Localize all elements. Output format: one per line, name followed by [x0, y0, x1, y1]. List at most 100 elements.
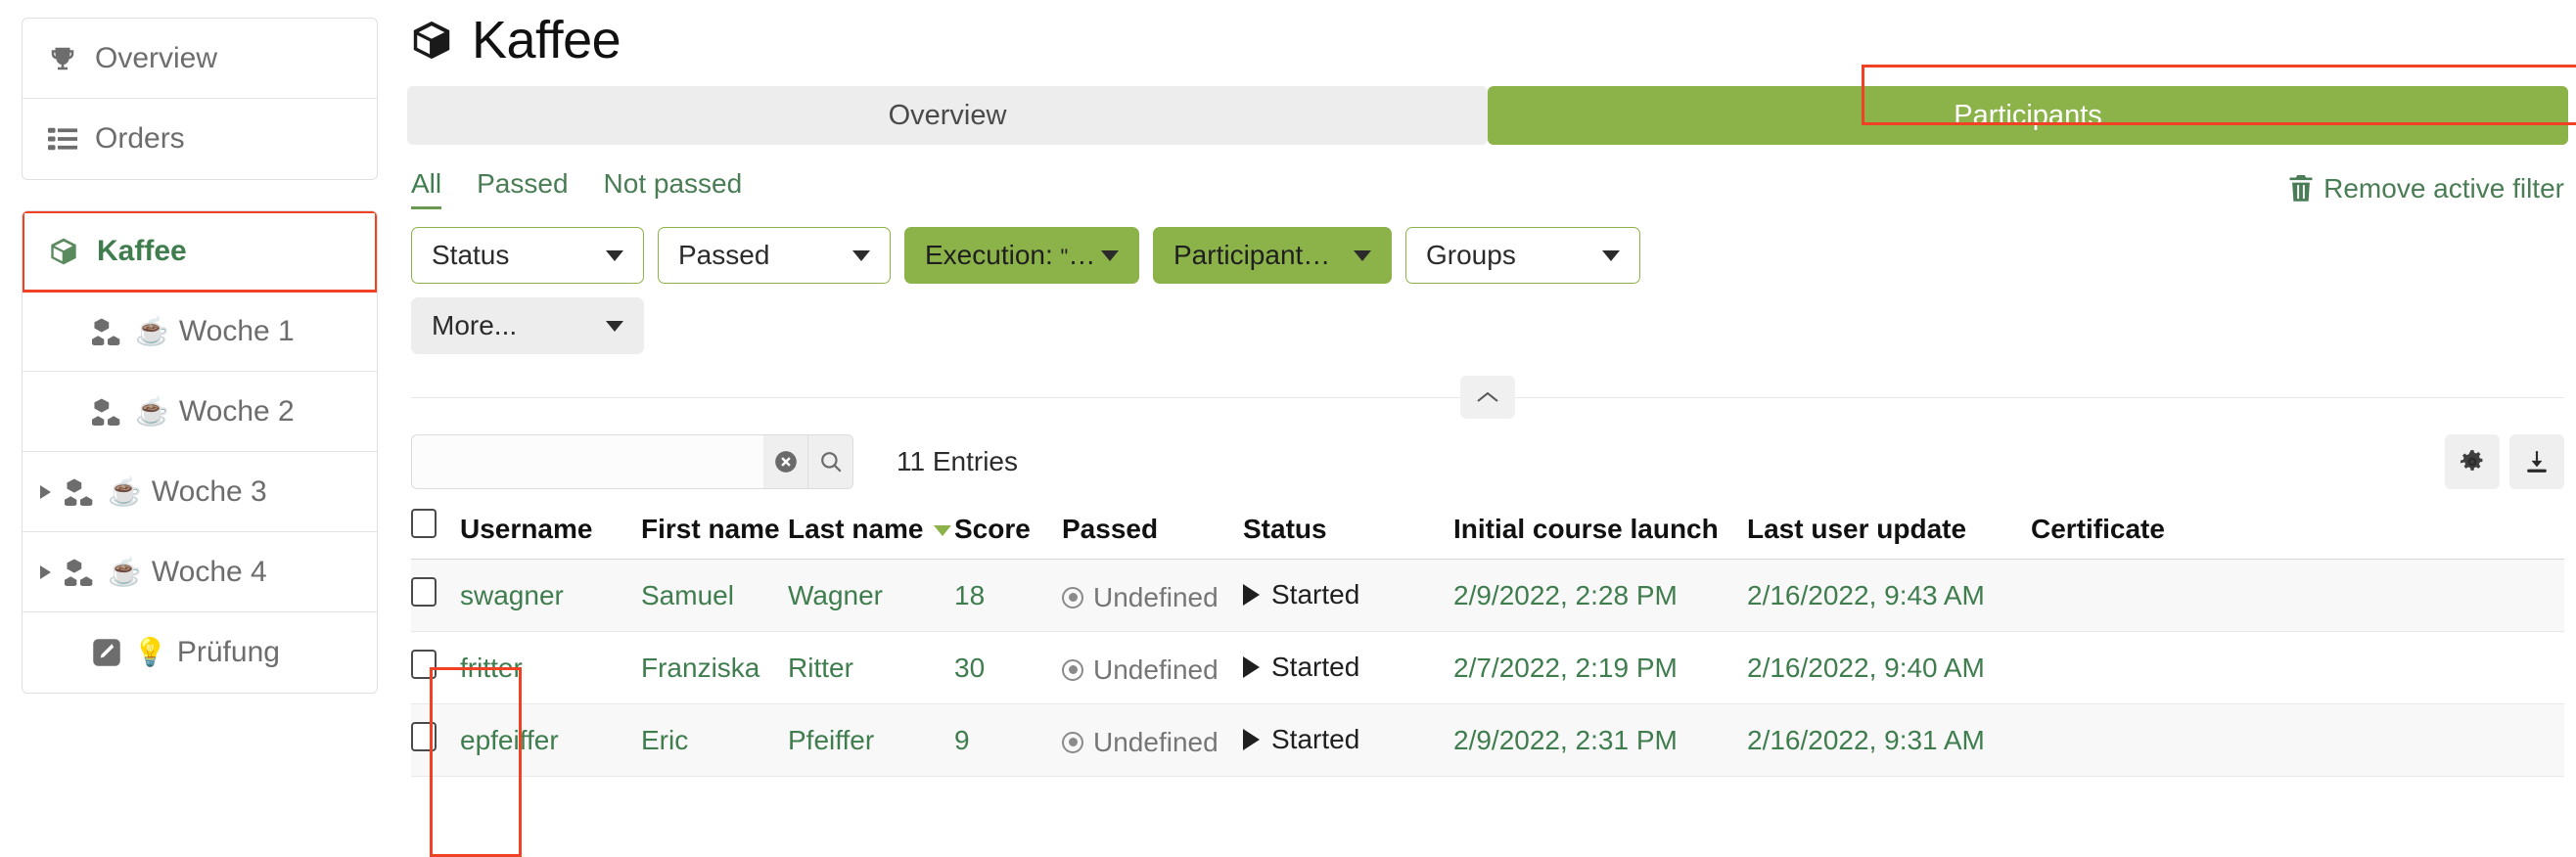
username-link[interactable]: swagner [460, 580, 564, 610]
column-label: Certificate [2031, 514, 2165, 544]
column-header-passed[interactable]: Passed [1062, 509, 1243, 560]
expand-caret-icon[interactable] [40, 565, 51, 579]
clear-search-button[interactable] [763, 434, 808, 489]
table-row[interactable]: epfeiffer Eric Pfeiffer 9 Undefined Star… [411, 704, 2564, 777]
filter-groups-select[interactable]: Groups [1405, 227, 1640, 284]
chevron-down-icon [1354, 250, 1371, 261]
filter-label: Groups [1426, 240, 1516, 271]
undefined-icon [1062, 659, 1083, 681]
filter-label: Execution: "Mandatory, Opt... [925, 240, 1097, 271]
cell-passed: Undefined [1062, 632, 1243, 704]
row-checkbox[interactable] [411, 650, 437, 679]
sidebar-item-woche-3[interactable]: ☕ Woche 3 [23, 452, 377, 532]
tab-participants[interactable]: Participants [1488, 86, 2568, 145]
subtab-not-passed[interactable]: Not passed [604, 168, 743, 200]
started-icon [1243, 729, 1260, 750]
row-checkbox[interactable] [411, 722, 437, 751]
clear-circle-icon [773, 449, 799, 474]
filter-status-select[interactable]: Status [411, 227, 644, 284]
cell-first-name: Eric [641, 704, 788, 777]
sidebar-item-pruefung[interactable]: 💡 Prüfung [23, 612, 377, 693]
started-icon [1243, 584, 1260, 606]
column-label: Score [954, 514, 1031, 544]
cell-first-name: Samuel [641, 560, 788, 632]
table-export-button[interactable] [2509, 434, 2564, 489]
blocks-icon [92, 398, 123, 426]
blocks-icon [65, 559, 96, 586]
chevron-down-icon [1602, 250, 1620, 261]
tab-label: Participants [1954, 100, 2102, 132]
remove-active-filter-label: Remove active filter [2323, 173, 2564, 204]
cell-score: 9 [954, 704, 1062, 777]
bulb-emoji-icon: 💡 [133, 639, 167, 666]
sidebar-item-label: Woche 3 [152, 475, 267, 509]
filter-execution-select[interactable]: Execution: "Mandatory, Opt... [904, 227, 1139, 284]
cell-username[interactable]: epfeiffer [460, 704, 641, 777]
column-header-first-name[interactable]: First name [641, 509, 788, 560]
submit-search-button[interactable] [808, 434, 853, 489]
column-header-last-name[interactable]: Last name [788, 509, 954, 560]
gear-icon [2460, 449, 2485, 474]
sort-desc-icon [934, 525, 951, 536]
sidebar-item-kaffee[interactable]: Kaffee [23, 211, 377, 292]
page-root: Overview Orders [0, 0, 2576, 857]
column-header-status[interactable]: Status [1243, 509, 1453, 560]
subtab-passed[interactable]: Passed [477, 168, 568, 200]
collapse-filters-button[interactable] [1460, 376, 1515, 419]
subtabs-row: All Passed Not passed Remove active filt… [407, 157, 2576, 219]
column-header-username[interactable]: Username [460, 509, 641, 560]
cell-username[interactable]: fritter [460, 632, 641, 704]
column-header-score[interactable]: Score [954, 509, 1062, 560]
cell-passed: Undefined [1062, 704, 1243, 777]
package-icon [409, 18, 454, 63]
column-header-last-user-update[interactable]: Last user update [1747, 509, 2031, 560]
subtab-all[interactable]: All [411, 168, 441, 209]
status-label: Started [1271, 579, 1359, 610]
search-group [411, 434, 853, 489]
row-checkbox[interactable] [411, 577, 437, 607]
search-input[interactable] [411, 434, 763, 489]
sidebar-item-label: Kaffee [97, 235, 187, 268]
sidebar-item-label: Prüfung [177, 636, 280, 669]
tab-label: Overview [889, 100, 1007, 132]
entries-count: 11 Entries [897, 446, 1018, 477]
coffee-emoji-icon: ☕ [135, 318, 169, 345]
cell-username[interactable]: swagner [460, 560, 641, 632]
sidebar-item-label: Overview [95, 42, 217, 75]
username-link[interactable]: epfeiffer [460, 725, 559, 755]
column-header-certificate[interactable]: Certificate [2031, 509, 2564, 560]
column-header-initial-course-launch[interactable]: Initial course launch [1453, 509, 1747, 560]
sidebar-item-woche-2[interactable]: ☕ Woche 2 [23, 372, 377, 452]
cell-initial-course-launch: 2/7/2022, 2:19 PM [1453, 632, 1747, 704]
table-row[interactable]: swagner Samuel Wagner 18 Undefined Start… [411, 560, 2564, 632]
select-all-checkbox[interactable] [411, 509, 437, 538]
tab-overview[interactable]: Overview [407, 86, 1488, 145]
username-link[interactable]: fritter [460, 653, 523, 683]
cell-status: Started [1243, 632, 1453, 704]
cell-status: Started [1243, 560, 1453, 632]
main-content: Kaffee Overview Participants All Passed … [399, 0, 2576, 857]
table-settings-button[interactable] [2445, 434, 2500, 489]
filter-passed-select[interactable]: Passed [658, 227, 891, 284]
cell-certificate [2031, 560, 2564, 632]
sidebar-item-woche-4[interactable]: ☕ Woche 4 [23, 532, 377, 612]
select-all-header [411, 509, 460, 560]
sidebar-item-overview[interactable]: Overview [23, 19, 377, 99]
sidebar-item-woche-1[interactable]: ☕ Woche 1 [23, 292, 377, 372]
filter-label: More... [432, 310, 517, 341]
filter-label: Status [432, 240, 509, 271]
filter-more-select[interactable]: More... [411, 297, 644, 354]
filter-label: Participants: "Member" [1173, 240, 1344, 271]
filter-label: Passed [678, 240, 769, 271]
undefined-icon [1062, 587, 1083, 609]
filter-participants-select[interactable]: Participants: "Member" [1153, 227, 1392, 284]
blocks-icon [65, 478, 96, 506]
subtab-label: All [411, 168, 441, 199]
table-row[interactable]: fritter Franziska Ritter 30 Undefined St… [411, 632, 2564, 704]
table-body: swagner Samuel Wagner 18 Undefined Start… [411, 560, 2564, 777]
row-select-cell [411, 560, 460, 632]
sidebar-item-orders[interactable]: Orders [23, 99, 377, 179]
remove-active-filter-button[interactable]: Remove active filter [2288, 173, 2564, 204]
expand-caret-icon[interactable] [40, 485, 51, 499]
cell-certificate [2031, 704, 2564, 777]
